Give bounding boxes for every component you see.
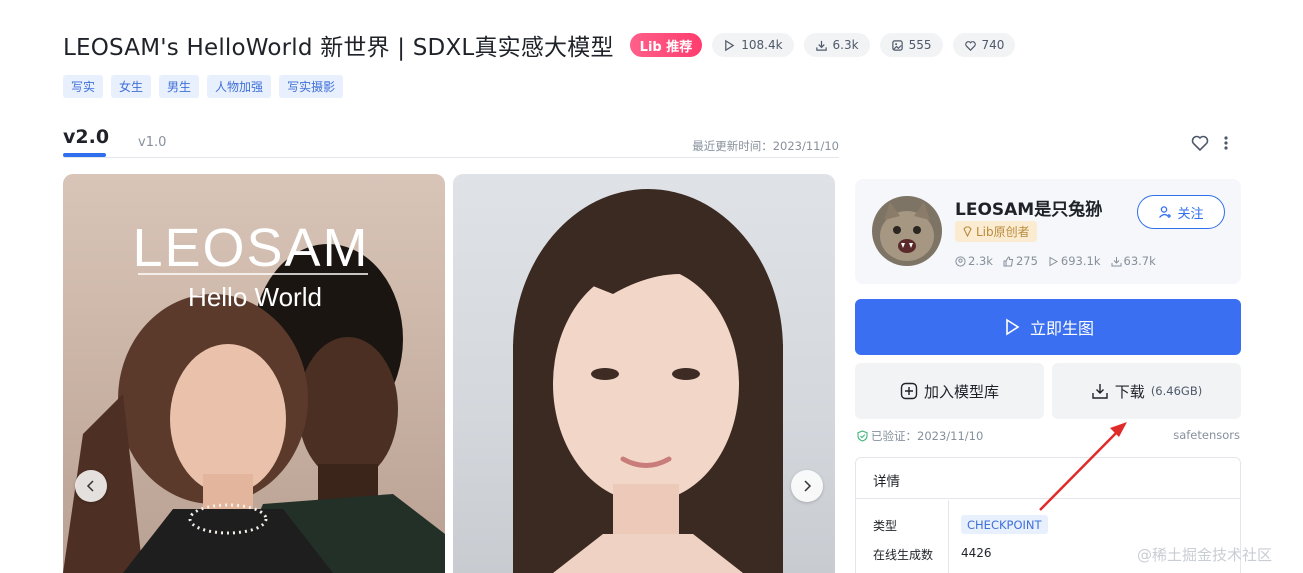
- diamond-icon: [963, 226, 972, 237]
- play-icon: [1006, 318, 1020, 336]
- gen-count-value: 4426: [961, 546, 992, 560]
- add-user-icon: [1159, 206, 1172, 218]
- follow-button[interactable]: 关注: [1137, 195, 1225, 229]
- avatar[interactable]: [872, 196, 942, 266]
- creator-badge-label: Lib原创者: [976, 225, 1030, 239]
- downloads-count: 6.3k: [832, 38, 859, 52]
- followers-stat: 2.3k: [955, 254, 993, 268]
- download-icon: [1111, 256, 1121, 266]
- play-icon: [725, 39, 735, 51]
- tab-version-active[interactable]: v2.0: [63, 126, 109, 148]
- couple-portrait-illustration: LEOSAM Hello World: [63, 218, 445, 573]
- download-label: 下载: [1114, 382, 1145, 401]
- verified-text: 已验证：2023/11/10: [871, 429, 984, 443]
- tag-item[interactable]: 女生: [111, 75, 152, 98]
- images-count: 555: [908, 38, 932, 52]
- type-label: 类型: [873, 519, 898, 533]
- plays-stat: 108.4k: [712, 33, 794, 57]
- version-tabs: v2.0 v1.0 最近更新时间：2023/11/10: [63, 126, 839, 158]
- download-button[interactable]: 下载 (6.46GB): [1052, 363, 1241, 419]
- plays-count: 693.1k: [1060, 254, 1101, 268]
- plays-count: 108.4k: [741, 38, 783, 52]
- tab-version-other[interactable]: v1.0: [138, 135, 166, 150]
- preview-image-1[interactable]: LEOSAM Hello World: [63, 174, 445, 573]
- add-library-label: 加入模型库: [923, 382, 999, 401]
- chevron-right-icon: [804, 480, 812, 492]
- logo-text: LEOSAM: [132, 218, 369, 278]
- shield-check-icon: [857, 430, 868, 442]
- author-stats: 2.3k 275 693.1k 63.7k: [955, 254, 1156, 268]
- author-name[interactable]: LEOSAM是只兔狲: [955, 195, 1102, 220]
- author-card: LEOSAM是只兔狲 Lib原创者 2.3k 275 693.1k 63.7k …: [855, 179, 1241, 284]
- download-size: (6.46GB): [1150, 384, 1203, 398]
- update-time: 最近更新时间：2023/11/10: [692, 139, 839, 153]
- watermark: @稀土掘金技术社区: [1137, 546, 1273, 564]
- plus-square-icon: [900, 382, 918, 400]
- tag-item[interactable]: 写实: [63, 75, 104, 98]
- header: LEOSAM's HelloWorld 新世界 | SDXL真实感大模型 Lib…: [63, 28, 1016, 62]
- gen-count-label: 在线生成数: [873, 548, 934, 562]
- downloads-stat: 6.3k: [803, 33, 870, 57]
- carousel-prev-button[interactable]: [75, 470, 107, 502]
- likes-stat: 275: [1003, 254, 1038, 268]
- carousel-next-button[interactable]: [791, 470, 823, 502]
- plays-stat: 693.1k: [1048, 254, 1101, 268]
- thumb-up-icon: [1003, 255, 1014, 266]
- type-value-badge: CHECKPOINT: [961, 515, 1048, 534]
- creator-badge: Lib原创者: [955, 221, 1037, 242]
- user-circle-icon: [955, 255, 966, 267]
- follow-label: 关注: [1177, 206, 1204, 222]
- likes-count: 740: [981, 38, 1005, 52]
- heart-icon[interactable]: [1190, 133, 1210, 153]
- active-tab-indicator: [63, 153, 106, 157]
- details-divider: [948, 500, 949, 573]
- logo-subtitle: Hello World: [188, 282, 322, 312]
- add-to-library-button[interactable]: 加入模型库: [855, 363, 1044, 419]
- heart-icon: [964, 40, 976, 51]
- downloads-count: 63.7k: [1123, 254, 1156, 268]
- tag-item[interactable]: 人物加强: [207, 75, 272, 98]
- generate-label: 立即生图: [1029, 319, 1094, 338]
- lib-recommend-badge: Lib 推荐: [629, 33, 703, 57]
- model-title: LEOSAM's HelloWorld 新世界 | SDXL真实感大模型: [63, 35, 614, 61]
- download-icon: [1092, 384, 1108, 399]
- tag-list: 写实 女生 男生 人物加强 写实摄影: [63, 75, 344, 98]
- annotation-arrow: [1039, 422, 1127, 511]
- image-icon: [891, 39, 903, 51]
- likes-stat: 740: [952, 33, 1016, 57]
- play-icon: [1049, 256, 1058, 266]
- images-stat: 555: [879, 33, 943, 57]
- followers-count: 2.3k: [968, 254, 993, 268]
- woman-portrait-illustration: [513, 189, 783, 573]
- top-actions: [1190, 133, 1230, 153]
- tag-item[interactable]: 男生: [159, 75, 200, 98]
- verified-status: 已验证：2023/11/10: [857, 428, 983, 444]
- preview-image-2[interactable]: [453, 174, 835, 573]
- file-format: safetensors: [1173, 428, 1240, 442]
- downloads-stat: 63.7k: [1111, 254, 1156, 268]
- chevron-left-icon: [86, 480, 94, 492]
- likes-count: 275: [1015, 254, 1038, 268]
- more-icon[interactable]: [1222, 133, 1230, 153]
- cat-avatar-icon: [872, 196, 942, 266]
- generate-button[interactable]: 立即生图: [855, 299, 1241, 355]
- download-icon: [815, 40, 827, 51]
- tag-item[interactable]: 写实摄影: [279, 75, 344, 98]
